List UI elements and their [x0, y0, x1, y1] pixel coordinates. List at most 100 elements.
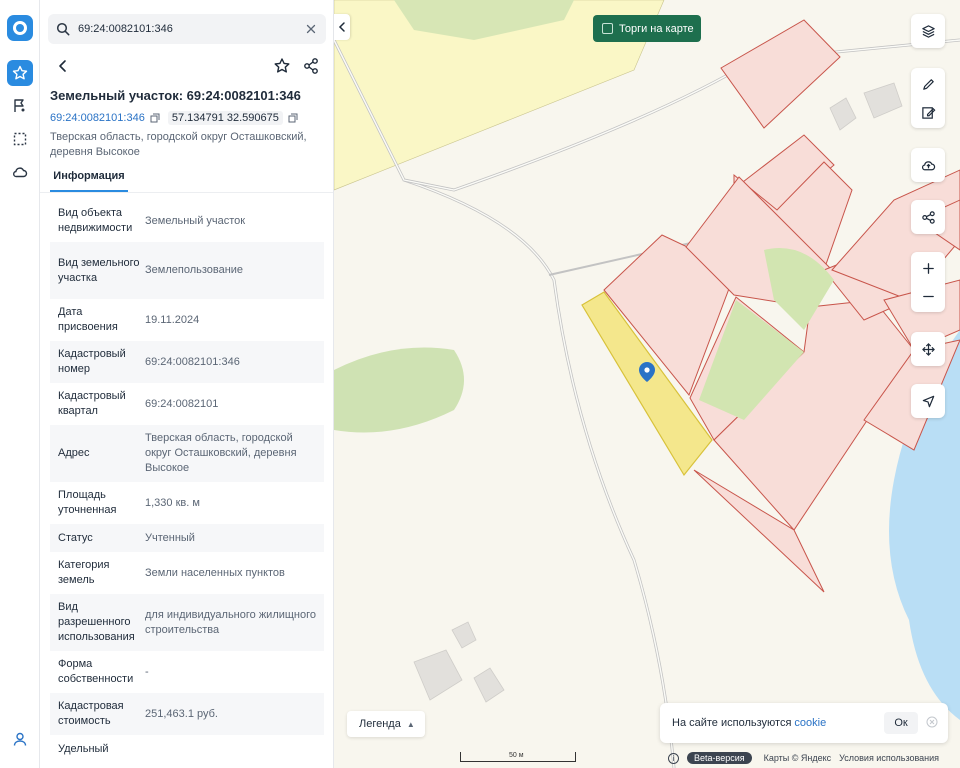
building — [829, 97, 857, 131]
bookmark-star-icon[interactable] — [273, 56, 291, 76]
property-key: Кадастровая стоимость — [58, 700, 124, 727]
property-row: Дата присвоения 19.11.2024 — [50, 299, 324, 341]
property-value: 19.11.2024 — [145, 313, 200, 326]
property-key: Кадастровый номер — [58, 348, 126, 375]
auctions-toggle[interactable]: Торги на карте — [593, 15, 701, 42]
layers-icon[interactable] — [911, 17, 945, 45]
map-flag-icon[interactable] — [7, 93, 33, 119]
property-value: 1,330 кв. м — [145, 496, 200, 509]
property-row: Вид разрешенного использования для индиви… — [50, 594, 324, 651]
auctions-checkbox[interactable] — [602, 23, 613, 34]
property-key: Дата присвоения — [58, 306, 118, 333]
cookie-banner: На сайте используются cookie Ок — [660, 703, 948, 743]
building — [473, 667, 505, 703]
share-tool — [911, 200, 945, 234]
left-rail — [0, 0, 40, 768]
coordinates-value: 57.134791 32.590675 — [167, 111, 283, 125]
map-share-icon[interactable] — [911, 203, 945, 231]
property-row: Вид объекта недвижимости Земельный участо… — [50, 200, 324, 242]
cloud-upload-icon[interactable] — [911, 151, 945, 179]
beta-badge: Beta-версия — [687, 752, 752, 764]
legend-button[interactable]: Легенда ▲ — [347, 711, 425, 737]
draw-tools — [911, 68, 945, 128]
favorites-star-icon[interactable] — [7, 60, 33, 86]
tabs-divider — [40, 192, 333, 193]
cookie-text: На сайте используются — [672, 717, 792, 729]
map-attribution: i Beta-версия Карты © Яндекс Условия исп… — [668, 751, 939, 765]
info-icon[interactable]: i — [668, 752, 679, 764]
property-row: Вид земельного участка Землепользование — [50, 242, 324, 299]
property-key: Кадастровый квартал — [58, 390, 126, 417]
cadastral-number-link[interactable]: 69:24:0082101:346 — [50, 112, 145, 124]
property-key: Вид разрешенного использования — [58, 601, 135, 643]
legend-label: Легенда — [359, 718, 401, 730]
property-key: Форма собственности — [58, 658, 134, 685]
object-info-panel: Земельный участок: 69:24:0082101:346 69:… — [40, 0, 334, 768]
building — [451, 621, 477, 649]
maps-copyright[interactable]: Карты © Яндекс — [764, 753, 832, 763]
cloud-icon[interactable] — [7, 159, 33, 185]
zoom-controls — [911, 252, 945, 312]
share-icon[interactable] — [302, 56, 320, 76]
auctions-label: Торги на карте — [619, 22, 694, 35]
layers-tool — [911, 14, 945, 48]
terms-link[interactable]: Условия использования — [839, 753, 939, 763]
scale-label: 50 м — [509, 752, 524, 759]
property-value: для индивидуального жилищного строительс… — [145, 608, 317, 636]
close-icon[interactable] — [926, 716, 938, 728]
property-row: Площадь уточненная 1,330 кв. м — [50, 482, 324, 524]
pan-tool — [911, 332, 945, 366]
property-value: 69:24:0082101 — [145, 397, 219, 410]
property-key: Удельный — [58, 742, 109, 755]
property-row: Кадастровая стоимость 251,463.1 руб. — [50, 693, 324, 735]
chevron-left-icon — [338, 22, 345, 32]
property-value: Землепользование — [145, 264, 244, 276]
user-profile-icon[interactable] — [7, 726, 33, 752]
app-logo[interactable] — [7, 15, 33, 41]
property-value: Тверская область, городской округ Осташк… — [145, 432, 297, 474]
property-key: Статус — [58, 531, 93, 544]
property-row: Статус Учтенный — [50, 524, 324, 552]
map-layer — [334, 0, 960, 768]
geolocation-tool — [911, 384, 945, 418]
property-key: Площадь уточненная — [58, 489, 117, 516]
cookie-link[interactable]: cookie — [794, 717, 826, 729]
building — [863, 82, 903, 119]
search-icon[interactable] — [56, 22, 70, 36]
property-value: - — [145, 665, 149, 678]
cookie-ok-button[interactable]: Ок — [884, 712, 918, 734]
property-row: Адрес Тверская область, городской округ О… — [50, 425, 324, 482]
property-key: Категория земель — [58, 559, 110, 586]
clear-search-icon[interactable] — [304, 22, 318, 36]
property-key: Вид объекта недвижимости — [58, 207, 133, 234]
property-value: Учтенный — [145, 531, 195, 544]
zoom-out-icon[interactable] — [911, 282, 945, 310]
parcel — [720, 19, 841, 129]
collapse-panel-button[interactable] — [334, 14, 350, 40]
object-identifiers: 69:24:0082101:346 57.134791 32.590675 — [50, 110, 306, 126]
property-key: Вид земельного участка — [58, 256, 140, 284]
ruler-pencil-icon[interactable] — [911, 70, 945, 98]
property-row: Удельный — [50, 735, 324, 763]
tab-information[interactable]: Информация — [50, 168, 128, 192]
property-value: 251,463.1 руб. — [145, 707, 218, 720]
copy-coords-icon[interactable] — [288, 113, 298, 123]
properties-table: Вид объекта недвижимости Земельный участо… — [50, 200, 324, 763]
property-row: Кадастровый квартал 69:24:0082101 — [50, 383, 324, 425]
zoom-in-icon[interactable] — [911, 254, 945, 282]
page-title: Земельный участок: 69:24:0082101:346 — [50, 88, 301, 103]
back-arrow-icon[interactable] — [54, 56, 72, 76]
copy-number-icon[interactable] — [150, 113, 160, 123]
object-address: Тверская область, городской округ Осташк… — [50, 131, 307, 158]
building — [413, 649, 463, 701]
edit-note-icon[interactable] — [911, 98, 945, 126]
forest-area-left — [334, 347, 464, 433]
move-arrows-icon[interactable] — [911, 335, 945, 363]
map-canvas[interactable] — [334, 0, 960, 768]
search-input[interactable] — [78, 14, 298, 44]
property-value: Земли населенных пунктов — [145, 566, 285, 579]
property-value: 69:24:0082101:346 — [145, 355, 240, 368]
geolocation-arrow-icon[interactable] — [911, 387, 945, 415]
property-row: Кадастровый номер 69:24:0082101:346 — [50, 341, 324, 383]
area-select-icon[interactable] — [7, 126, 33, 152]
